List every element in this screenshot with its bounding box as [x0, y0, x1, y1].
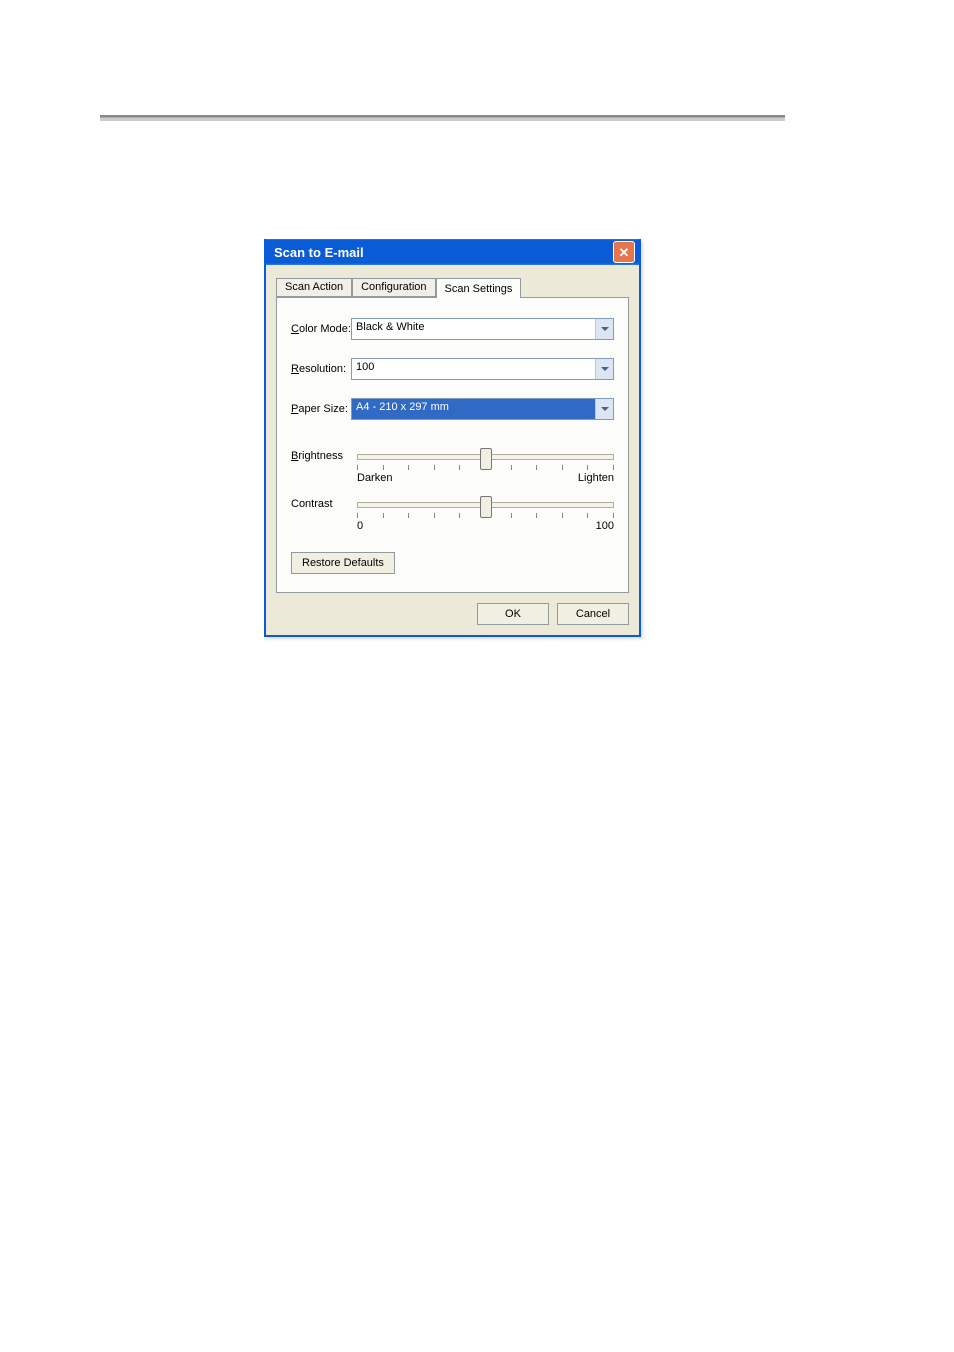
resolution-row: Resolution: 100 — [291, 358, 614, 380]
tab-scan-settings[interactable]: Scan Settings — [436, 278, 522, 298]
brightness-label: Brightness — [291, 450, 351, 462]
contrast-slider-labels: 0 100 — [357, 520, 614, 532]
tab-strip: Scan Action Configuration Scan Settings — [276, 276, 629, 297]
brightness-slider-labels: Darken Lighten — [357, 472, 614, 484]
contrast-thumb[interactable] — [480, 496, 492, 518]
color-mode-combo[interactable]: Black & White — [351, 318, 614, 340]
paper-size-label: Paper Size: — [291, 403, 351, 415]
contrast-right-label: 100 — [596, 520, 614, 532]
chevron-down-icon — [601, 327, 609, 331]
color-mode-dropdown-button[interactable] — [595, 319, 613, 339]
contrast-slider[interactable] — [357, 502, 614, 508]
chevron-down-icon — [601, 367, 609, 371]
contrast-left-label: 0 — [357, 520, 363, 532]
brightness-row: Brightness Darken Lighten — [291, 450, 614, 484]
paper-size-dropdown-button[interactable] — [595, 399, 613, 419]
brightness-slider[interactable] — [357, 454, 614, 460]
resolution-combo[interactable]: 100 — [351, 358, 614, 380]
paper-size-value: A4 - 210 x 297 mm — [352, 399, 595, 419]
dialog-footer: OK Cancel — [266, 593, 639, 635]
paper-size-combo[interactable]: A4 - 210 x 297 mm — [351, 398, 614, 420]
restore-defaults-button[interactable]: Restore Defaults — [291, 552, 395, 574]
color-mode-row: Color Mode: Black & White — [291, 318, 614, 340]
dialog-titlebar[interactable]: Scan to E-mail ✕ — [266, 239, 639, 265]
contrast-row: Contrast 0 100 — [291, 498, 614, 532]
tab-panel-scan-settings: Color Mode: Black & White Resolution: 10… — [276, 297, 629, 593]
resolution-label: Resolution: — [291, 363, 351, 375]
scan-to-email-dialog: Scan to E-mail ✕ Scan Action Configurati… — [264, 239, 641, 637]
color-mode-value: Black & White — [352, 319, 595, 339]
brightness-thumb[interactable] — [480, 448, 492, 470]
page-rule — [100, 115, 785, 121]
color-mode-label: Color Mode: — [291, 323, 351, 335]
close-icon: ✕ — [619, 246, 630, 259]
contrast-slider-area: 0 100 — [357, 498, 614, 532]
tab-configuration[interactable]: Configuration — [352, 278, 435, 297]
brightness-slider-area: Darken Lighten — [357, 450, 614, 484]
brightness-right-label: Lighten — [578, 472, 614, 484]
ok-button[interactable]: OK — [477, 603, 549, 625]
close-button[interactable]: ✕ — [613, 241, 635, 263]
resolution-dropdown-button[interactable] — [595, 359, 613, 379]
cancel-button[interactable]: Cancel — [557, 603, 629, 625]
dialog-title: Scan to E-mail — [274, 245, 364, 260]
paper-size-row: Paper Size: A4 - 210 x 297 mm — [291, 398, 614, 420]
contrast-label: Contrast — [291, 498, 351, 510]
resolution-value: 100 — [352, 359, 595, 379]
brightness-left-label: Darken — [357, 472, 392, 484]
chevron-down-icon — [601, 407, 609, 411]
tab-scan-action[interactable]: Scan Action — [276, 278, 352, 297]
